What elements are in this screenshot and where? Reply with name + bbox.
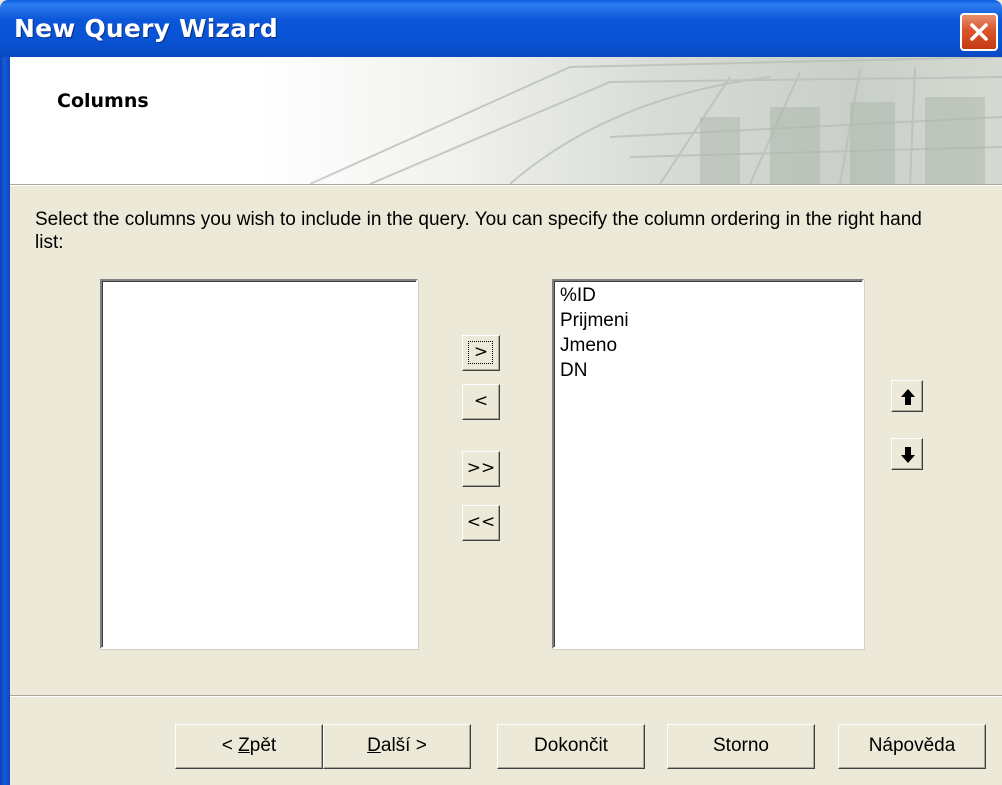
- close-button[interactable]: [960, 13, 998, 51]
- footer-separator: [10, 695, 1002, 697]
- list-item[interactable]: %ID: [560, 285, 596, 307]
- cancel-button-label: Storno: [713, 735, 769, 756]
- window-title: New Query Wizard: [14, 14, 279, 43]
- move-up-button[interactable]: [891, 380, 923, 412]
- arrow-up-icon: [901, 389, 915, 405]
- window-left-border: [0, 57, 10, 785]
- header-separator: [10, 184, 1002, 186]
- help-button-label: Nápověda: [868, 735, 956, 756]
- finish-button[interactable]: Dokončit: [497, 724, 645, 769]
- page-title: Columns: [57, 90, 149, 112]
- list-item[interactable]: Prijmeni: [560, 310, 629, 332]
- remove-column-button[interactable]: <: [462, 384, 500, 420]
- back-button-label: pět: [249, 735, 277, 756]
- next-button-label: alší >: [380, 735, 427, 756]
- back-button-prefix: <: [221, 735, 239, 756]
- list-item[interactable]: Jmeno: [560, 335, 617, 357]
- title-bar[interactable]: New Query Wizard: [0, 0, 1002, 57]
- list-item[interactable]: DN: [560, 360, 587, 382]
- close-icon: [970, 23, 988, 41]
- cancel-button[interactable]: Storno: [667, 724, 815, 769]
- next-button-mnemonic: D: [367, 735, 381, 756]
- help-button[interactable]: Nápověda: [838, 724, 986, 769]
- header-decoration-image: [10, 57, 1002, 184]
- add-all-columns-button[interactable]: >>: [462, 451, 500, 487]
- add-column-button[interactable]: >: [462, 335, 500, 371]
- finish-button-label: Dokončit: [534, 735, 608, 756]
- remove-all-columns-button[interactable]: <<: [462, 505, 500, 541]
- instructions-text: Select the columns you wish to include i…: [35, 209, 922, 253]
- wizard-header-banner: Columns: [10, 57, 1002, 184]
- back-button-mnemonic: Z: [238, 735, 250, 756]
- arrow-down-icon: [901, 447, 915, 463]
- wizard-window: New Query Wizard Columns Select the colu…: [0, 0, 1002, 785]
- selected-columns-list[interactable]: %ID Prijmeni Jmeno DN: [552, 279, 864, 649]
- move-down-button[interactable]: [891, 438, 923, 470]
- available-columns-list[interactable]: [100, 279, 418, 649]
- back-button[interactable]: < Zpět: [175, 724, 323, 769]
- next-button[interactable]: Další >: [323, 724, 471, 769]
